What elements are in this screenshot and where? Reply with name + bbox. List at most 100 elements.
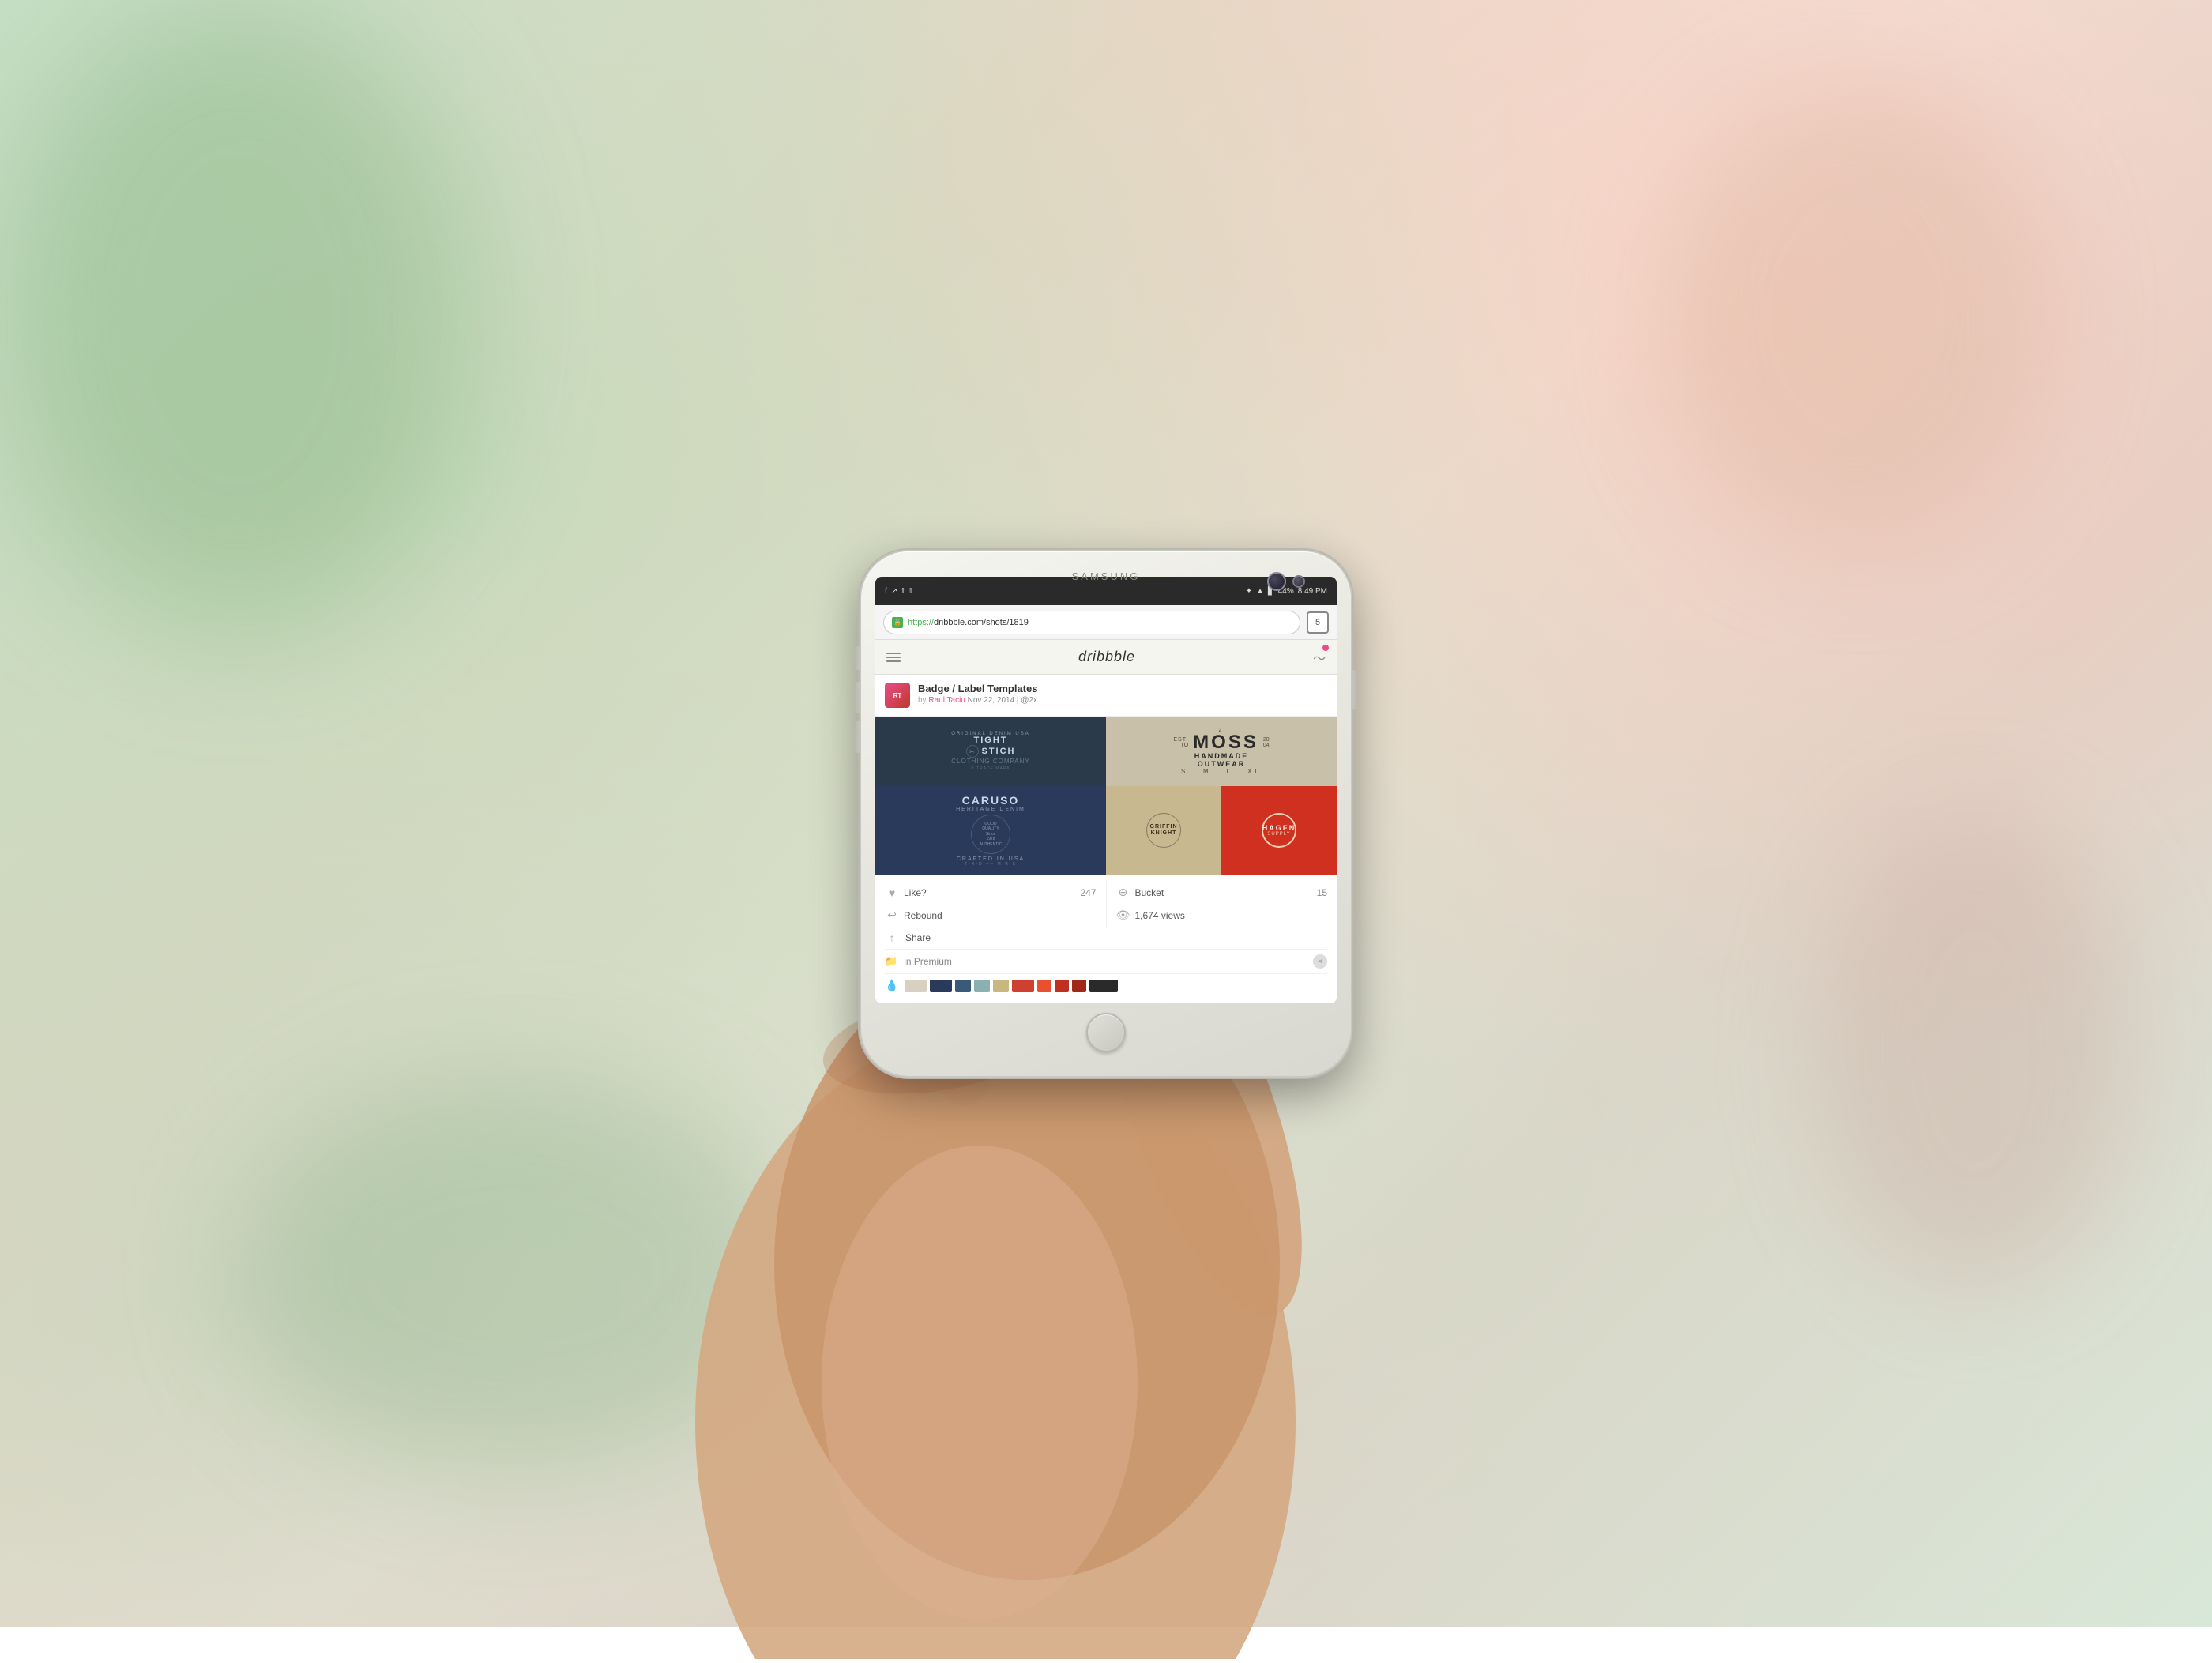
griffin-circle: GRIFFINKNIGHT bbox=[1146, 813, 1181, 848]
hagen-badge: HAGEN SUPPLY bbox=[1221, 786, 1337, 875]
author-name[interactable]: Raul Taciu bbox=[928, 696, 965, 705]
shot-image: ORIGINAL DENIM USA TIGHT ✂ STICH CLOTHIN… bbox=[875, 717, 1337, 875]
bg-blur-blob-4 bbox=[1817, 814, 2133, 1288]
views-action: 👁 1,674 views bbox=[1107, 904, 1328, 927]
shot-meta: by Raul Taciu Nov 22, 2014 | @2x bbox=[918, 696, 1327, 705]
hamburger-line-2 bbox=[886, 657, 901, 658]
views-count: 1,674 views bbox=[1135, 910, 1185, 921]
shot-info: Badge / Label Templates by Raul Taciu No… bbox=[918, 683, 1327, 705]
swatch-3 bbox=[955, 980, 971, 992]
tab-count-button[interactable]: 5 bbox=[1307, 611, 1329, 634]
hagen-circle: HAGEN SUPPLY bbox=[1262, 813, 1296, 848]
bucket-action[interactable]: ⊕ Bucket 15 bbox=[1107, 881, 1328, 904]
tight-stich-title: TIGHT bbox=[951, 736, 1029, 745]
trademark-label: ® TRADE MARK bbox=[951, 766, 1029, 771]
swatch-1 bbox=[905, 980, 927, 992]
moss-title: MOSS bbox=[1193, 733, 1258, 752]
camera-lens bbox=[1267, 572, 1286, 591]
dribbble-nav-bar: dribbble 〜 bbox=[875, 640, 1337, 675]
phone-bottom bbox=[875, 1003, 1337, 1062]
moss-sizes: S M L XL bbox=[1181, 768, 1262, 775]
swatch-2 bbox=[930, 980, 952, 992]
share-icon: ↑ bbox=[885, 931, 899, 944]
rebound-views-row: ↩ Rebound 👁 1,674 views bbox=[885, 904, 1327, 927]
facebook-icon: f bbox=[885, 587, 887, 596]
stich-label: STICH bbox=[982, 747, 1016, 756]
activity-icon[interactable]: 〜 bbox=[1313, 653, 1326, 666]
clothing-company: CLOTHING COMPANY bbox=[951, 758, 1029, 765]
to-label: TO bbox=[1173, 743, 1188, 748]
url-https: https:// bbox=[908, 618, 934, 627]
url-display: https://dribbble.com/shots/1819 bbox=[908, 618, 1029, 627]
like-label: Like? bbox=[904, 887, 927, 898]
camera-area bbox=[1267, 572, 1305, 591]
hamburger-line-1 bbox=[886, 653, 901, 654]
heart-icon: ♥ bbox=[885, 886, 899, 899]
hagen-title: HAGEN bbox=[1262, 824, 1296, 833]
like-count: 247 bbox=[1080, 887, 1096, 898]
year-04: 04 bbox=[1263, 743, 1270, 748]
badge-moss: 2 EST. TO MOSS 20 04 HANDMADE OUTWEAR bbox=[1106, 717, 1337, 786]
folder-icon: 📁 bbox=[885, 955, 897, 968]
badge-bottom-right: GRIFFINKNIGHT HAGEN SUPPLY bbox=[1106, 786, 1337, 875]
twitter-icon-2: 𝕥 bbox=[909, 587, 913, 596]
dribbble-logo: dribbble bbox=[1078, 649, 1135, 665]
swatch-4 bbox=[974, 980, 990, 992]
actions-area: ♥ Like? 247 ⊕ Bucket 15 ↩ Rebound bbox=[875, 875, 1337, 1003]
premium-row[interactable]: 📁 in Premium × bbox=[885, 950, 1327, 974]
bg-blur-blob-2 bbox=[1659, 79, 2054, 553]
color-palette: 💧 bbox=[885, 974, 1327, 997]
share-icon: ↗ bbox=[891, 587, 897, 596]
address-bar: 🔒 https://dribbble.com/shots/1819 5 bbox=[875, 605, 1337, 640]
bluetooth-icon: ✦ bbox=[1246, 587, 1252, 596]
rebound-label: Rebound bbox=[904, 910, 942, 921]
premium-text: in Premium bbox=[904, 956, 952, 967]
url-domain: dribbble.com/shots/1819 bbox=[934, 618, 1029, 627]
rebound-action[interactable]: ↩ Rebound bbox=[885, 904, 1107, 927]
badge-caruso: CARUSO HERITAGE DENIM GOOD QUALITY Since… bbox=[875, 786, 1106, 875]
bg-blur-blob-1 bbox=[0, 0, 474, 632]
phone-screen: f ↗ 𝕥 𝕥 ✦ ▲ ▋ 44% 8:49 PM 🔒 bbox=[875, 577, 1337, 1003]
phone-top: SAMSUNG bbox=[875, 566, 1337, 577]
home-side-button[interactable] bbox=[855, 721, 861, 753]
griffin-title: GRIFFINKNIGHT bbox=[1150, 824, 1178, 837]
caruso-inner: GOOD QUALITY Since 1978 AUTHENTIC bbox=[980, 822, 1003, 848]
url-input-box[interactable]: 🔒 https://dribbble.com/shots/1819 bbox=[883, 611, 1300, 634]
hamburger-menu[interactable] bbox=[886, 653, 901, 662]
caruso-crafted: CRAFTED IN USA bbox=[957, 856, 1025, 862]
bg-blur-blob-3 bbox=[237, 1074, 790, 1469]
volume-down-button[interactable] bbox=[855, 682, 861, 713]
volume-up-button[interactable] bbox=[855, 646, 861, 670]
like-action[interactable]: ♥ Like? 247 bbox=[885, 881, 1107, 904]
tight-middle-row: ✂ STICH bbox=[951, 745, 1029, 758]
caruso-circle: GOOD QUALITY Since 1978 AUTHENTIC bbox=[971, 815, 1010, 854]
home-button[interactable] bbox=[1086, 1013, 1126, 1052]
moss-year-block: 20 04 bbox=[1263, 737, 1270, 748]
power-button[interactable] bbox=[1351, 670, 1357, 709]
shot-retina: @2x bbox=[1021, 696, 1037, 705]
moss-outwear: OUTWEAR bbox=[1198, 760, 1246, 768]
moss-handmade: HANDMADE bbox=[1194, 752, 1249, 760]
swatch-8 bbox=[1055, 980, 1069, 992]
wifi-icon: ▲ bbox=[1256, 587, 1264, 596]
swatch-7 bbox=[1037, 980, 1051, 992]
caruso-bottom: T·R·D ── M·R·K bbox=[965, 862, 1017, 867]
swatch-6 bbox=[1012, 980, 1034, 992]
swatch-9 bbox=[1072, 980, 1086, 992]
eye-icon: 👁 bbox=[1116, 909, 1130, 922]
ssl-lock-icon: 🔒 bbox=[892, 617, 903, 628]
like-bucket-row: ♥ Like? 247 ⊕ Bucket 15 bbox=[885, 881, 1327, 904]
share-row[interactable]: ↑ Share bbox=[885, 927, 1327, 950]
user-avatar: RT bbox=[885, 683, 910, 708]
shot-date: Nov 22, 2014 bbox=[968, 696, 1015, 705]
caruso-title: CARUSO bbox=[962, 794, 1020, 807]
premium-close-button[interactable]: × bbox=[1313, 954, 1327, 969]
close-x: × bbox=[1318, 958, 1322, 966]
swatch-5 bbox=[993, 980, 1009, 992]
caruso-authentic: AUTHENTIC bbox=[980, 842, 1003, 848]
hagen-supply: SUPPLY bbox=[1267, 832, 1290, 837]
phone-shell: SAMSUNG f ↗ 𝕥 𝕥 ✦ ▲ ▋ bbox=[861, 551, 1351, 1076]
shot-header: RT Badge / Label Templates by Raul Taciu… bbox=[875, 675, 1337, 717]
hamburger-line-3 bbox=[886, 660, 901, 662]
shot-title: Badge / Label Templates bbox=[918, 683, 1327, 694]
